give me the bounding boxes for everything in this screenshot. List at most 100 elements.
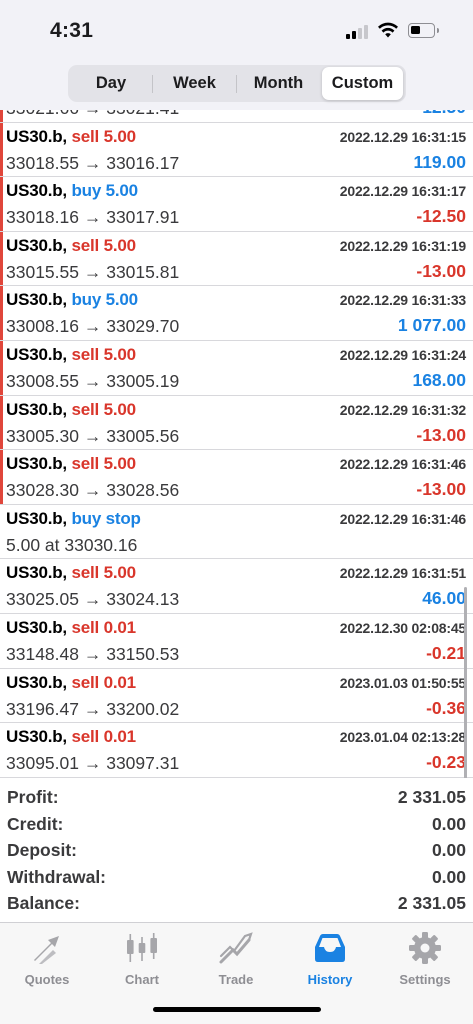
deal-marker bbox=[0, 286, 3, 340]
deal-row[interactable]: US30.b, sell 5.00 2022.12.29 16:31:19 33… bbox=[0, 231, 473, 287]
deal-symbol: US30.b, bbox=[6, 617, 67, 637]
deal-order: sell 0.01 bbox=[71, 727, 137, 747]
summary-deposit: Deposit: 0.00 bbox=[0, 837, 473, 864]
deal-symbol: US30.b, bbox=[6, 181, 67, 201]
deal-row[interactable]: US30.b, sell 5.00 2022.12.29 16:31:32 33… bbox=[0, 395, 473, 451]
scroll-indicator[interactable] bbox=[464, 587, 467, 778]
deal-row[interactable]: US30.b, sell 5.00 2022.12.29 16:31:24 33… bbox=[0, 340, 473, 396]
deal-prices: 33005.30 → 33005.56 bbox=[6, 425, 180, 446]
summary-value: 2 331.05 bbox=[397, 787, 466, 807]
deals-list[interactable]: US30.b, sell 5.00 2022.12.29 16:31:1? 33… bbox=[0, 110, 473, 778]
quotes-icon bbox=[34, 936, 59, 964]
deal-symbol: US30.b, bbox=[6, 399, 67, 419]
summary-label: Credit: bbox=[7, 813, 64, 834]
deal-time: 2022.12.29 16:31:19 bbox=[339, 237, 466, 254]
summary-label: Profit: bbox=[7, 787, 59, 807]
deal-row[interactable]: US30.b, sell 0.01 2023.01.04 02:13:28 33… bbox=[0, 723, 473, 778]
deal-time: 2023.01.03 01:50:55 bbox=[339, 674, 466, 691]
trade-icon bbox=[219, 932, 253, 964]
period-segmented-control: Day Week Month Custom bbox=[68, 65, 406, 102]
tab-label: Quotes bbox=[24, 972, 70, 987]
tab-week[interactable]: Week bbox=[153, 67, 236, 100]
deal-time: 2022.12.30 02:08:45 bbox=[339, 619, 466, 636]
deal-prices: 33018.16 → 33017.91 bbox=[6, 207, 180, 228]
tab-label: Settings bbox=[399, 972, 451, 987]
deal-order: sell 0.01 bbox=[71, 672, 137, 692]
settings-icon bbox=[409, 932, 441, 964]
tab-label: Chart bbox=[125, 972, 159, 987]
account-summary: Profit: 2 331.05 Credit: 0.00 Deposit: 0… bbox=[0, 784, 473, 917]
tab-chart[interactable]: Chart bbox=[102, 931, 182, 991]
deal-symbol: US30.b, bbox=[6, 235, 67, 255]
deal-order: buy 5.00 bbox=[71, 290, 139, 310]
summary-label: Withdrawal: bbox=[7, 866, 107, 887]
deal-time: 2022.12.29 16:31:32 bbox=[339, 401, 466, 418]
deal-marker bbox=[0, 122, 3, 177]
deal-prices: 33021.66 → 33021.41 bbox=[6, 110, 179, 119]
deal-time: 2022.12.29 16:31:46 bbox=[339, 510, 466, 527]
deal-prices: 5.00 at 33030.16 bbox=[6, 534, 138, 555]
tab-custom[interactable]: Custom bbox=[322, 67, 403, 100]
deal-profit: -13.00 bbox=[416, 260, 466, 281]
deal-marker bbox=[0, 450, 3, 504]
summary-value: 0.00 bbox=[431, 813, 466, 834]
history-header: Day Week Month Custom bbox=[0, 58, 473, 110]
deal-row[interactable]: US30.b, sell 0.01 2023.01.03 01:50:55 33… bbox=[0, 669, 473, 724]
tab-month[interactable]: Month bbox=[237, 67, 320, 100]
deal-profit: -13.00 bbox=[416, 479, 466, 500]
deal-time: 2022.12.29 16:31:46 bbox=[339, 456, 466, 473]
summary-credit: Credit: 0.00 bbox=[0, 811, 473, 838]
deal-time: 2023.01.04 02:13:28 bbox=[339, 729, 466, 746]
deal-row[interactable]: US30.b, sell 5.00 2022.12.29 16:31:46 33… bbox=[0, 450, 473, 505]
deal-profit: -12.50 bbox=[416, 206, 466, 227]
cellular-signal-icon bbox=[346, 23, 370, 39]
wifi-icon bbox=[378, 22, 398, 38]
tab-quotes[interactable]: Quotes bbox=[7, 931, 87, 991]
deal-row[interactable]: US30.b, buy 5.00 2022.12.29 16:31:33 330… bbox=[0, 286, 473, 341]
deal-profit: 119.00 bbox=[413, 151, 466, 172]
deal-profit: -0.23 bbox=[426, 752, 466, 773]
deal-row[interactable]: US30.b, sell 5.00 2022.12.29 16:31:15 33… bbox=[0, 122, 473, 178]
tab-day[interactable]: Day bbox=[70, 67, 152, 100]
deal-profit: -0.36 bbox=[426, 697, 466, 718]
deal-profit: 168.00 bbox=[412, 369, 466, 390]
deal-row[interactable]: US30.b, sell 5.00 2022.12.29 16:31:1? 33… bbox=[0, 110, 473, 123]
deal-marker bbox=[0, 395, 3, 450]
deal-time: 2022.12.29 16:31:51 bbox=[339, 565, 466, 582]
deal-time: 2022.12.29 16:31:17 bbox=[339, 183, 466, 200]
tab-trade[interactable]: Trade bbox=[196, 931, 276, 991]
tab-settings[interactable]: Settings bbox=[385, 931, 465, 991]
home-indicator bbox=[153, 1007, 321, 1012]
deal-prices: 33148.48 → 33150.53 bbox=[6, 643, 180, 664]
deal-row[interactable]: US30.b, buy 5.00 2022.12.29 16:31:17 330… bbox=[0, 177, 473, 232]
summary-value: 2 331.05 bbox=[397, 893, 466, 914]
deal-symbol: US30.b, bbox=[6, 727, 67, 747]
deal-row[interactable]: US30.b, sell 0.01 2022.12.30 02:08:45 33… bbox=[0, 614, 473, 669]
deal-prices: 33015.55 → 33015.81 bbox=[6, 261, 180, 282]
deal-profit: -0.21 bbox=[426, 642, 466, 663]
deal-marker bbox=[0, 110, 3, 122]
deal-profit: 1 077.00 bbox=[397, 315, 466, 336]
deal-row[interactable]: US30.b, sell 5.00 2022.12.29 16:31:51 33… bbox=[0, 559, 473, 614]
tab-history[interactable]: History bbox=[290, 931, 370, 991]
deal-marker bbox=[0, 177, 3, 231]
deal-profit: -13.00 bbox=[416, 424, 466, 445]
summary-withdrawal: Withdrawal: 0.00 bbox=[0, 864, 473, 891]
history-icon bbox=[315, 934, 345, 962]
deal-symbol: US30.b, bbox=[6, 563, 67, 583]
summary-balance: Balance: 2 331.05 bbox=[0, 890, 473, 917]
summary-value: 0.00 bbox=[431, 840, 466, 861]
deal-symbol: US30.b, bbox=[6, 508, 67, 528]
summary-profit: Profit: 2 331.05 bbox=[0, 784, 473, 811]
deal-order: sell 5.00 bbox=[71, 454, 137, 474]
summary-label: Balance: bbox=[7, 893, 80, 914]
deal-order: sell 5.00 bbox=[71, 399, 137, 419]
deal-row[interactable]: US30.b, buy stop 2022.12.29 16:31:46 5.0… bbox=[0, 505, 473, 560]
deal-time: 2022.12.29 16:31:24 bbox=[339, 346, 466, 363]
deal-order: sell 0.01 bbox=[71, 617, 137, 637]
summary-label: Deposit: bbox=[7, 840, 77, 861]
deal-prices: 33196.47 → 33200.02 bbox=[6, 698, 180, 719]
deal-order: buy 5.00 bbox=[71, 181, 139, 201]
deal-symbol: US30.b, bbox=[6, 344, 67, 364]
chart-icon bbox=[127, 933, 157, 962]
